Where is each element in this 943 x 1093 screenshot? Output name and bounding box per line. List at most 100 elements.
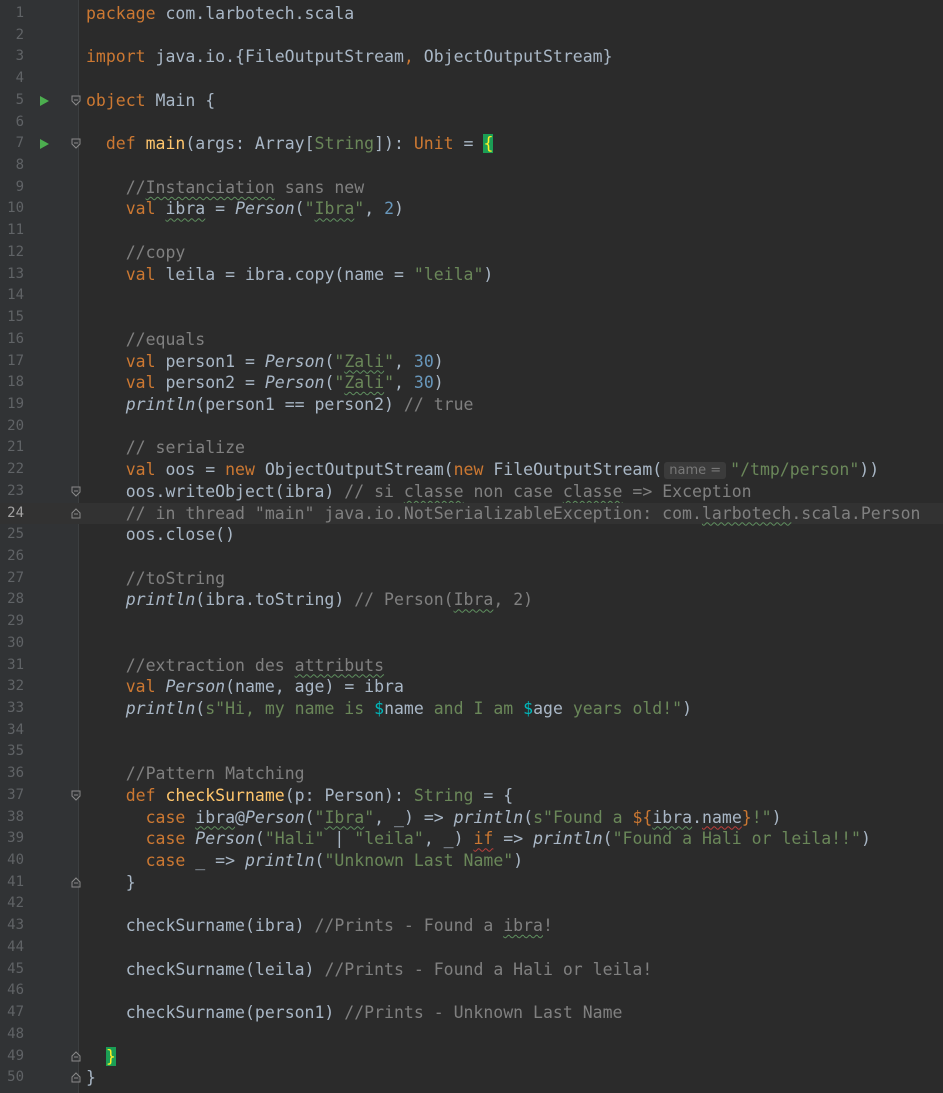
code-line-9[interactable]: 9 //Instanciation sans new: [0, 177, 943, 199]
code-line-45[interactable]: 45 checkSurname(leila) //Prints - Found …: [0, 959, 943, 981]
code-text[interactable]: oos.writeObject(ibra) // si classe non c…: [86, 481, 752, 503]
code-line-20[interactable]: 20: [0, 416, 943, 438]
code-text[interactable]: val ibra = Person("Ibra", 2): [86, 198, 404, 220]
fold-close-icon[interactable]: [71, 1050, 81, 1062]
code-line-5[interactable]: 5 object Main {: [0, 90, 943, 112]
fold-open-icon[interactable]: [71, 790, 81, 801]
code-text[interactable]: checkSurname(leila) //Prints - Found a H…: [86, 959, 653, 981]
code-line-19[interactable]: 19 println(person1 == person2) // true: [0, 394, 943, 416]
code-text[interactable]: }: [86, 1067, 96, 1089]
code-line-30[interactable]: 30: [0, 633, 943, 655]
fold-close-icon[interactable]: [71, 1072, 81, 1083]
code-line-7[interactable]: 7 def main(args: Array[String]): Unit = …: [0, 133, 943, 155]
code-text[interactable]: package com.larbotech.scala: [86, 3, 354, 25]
code-line-24-current[interactable]: 24 // in thread "main" java.io.NotSerial…: [0, 502, 943, 525]
run-icon[interactable]: [40, 95, 49, 106]
code-line-26[interactable]: 26: [0, 546, 943, 568]
code-line-39[interactable]: 39 case Person("Hali" | "leila", _) if =…: [0, 828, 943, 850]
code-line-8[interactable]: 8: [0, 155, 943, 177]
code-line-18[interactable]: 18 val person2 = Person("Zali", 30): [0, 372, 943, 394]
code-line-10[interactable]: 10 val ibra = Person("Ibra", 2): [0, 198, 943, 220]
code-line-50[interactable]: 50 }: [0, 1067, 943, 1089]
run-icon[interactable]: [40, 139, 49, 150]
code-text[interactable]: def checkSurname(p: Person): String = {: [86, 785, 513, 807]
code-line-29[interactable]: 29: [0, 611, 943, 633]
variable-token: name: [384, 699, 424, 718]
code-line-27[interactable]: 27 //toString: [0, 568, 943, 590]
code-line-36[interactable]: 36 //Pattern Matching: [0, 763, 943, 785]
code-text[interactable]: println(ibra.toString) // Person(Ibra, 2…: [86, 589, 533, 611]
code-line-33[interactable]: 33 println(s"Hi, my name is $name and I …: [0, 698, 943, 720]
keyword-token: case: [145, 807, 186, 827]
code-line-11[interactable]: 11: [0, 220, 943, 242]
code-text[interactable]: // in thread "main" java.io.NotSerializa…: [86, 503, 921, 525]
code-text[interactable]: case ibra@Person("Ibra", _) => println(s…: [86, 807, 782, 829]
code-text[interactable]: //copy: [86, 242, 186, 264]
code-text[interactable]: println(s"Hi, my name is $name and I am …: [86, 698, 692, 720]
code-text[interactable]: val Person(name, age) = ibra: [86, 676, 404, 698]
comment-token: //toString: [125, 568, 226, 588]
typo-token: Instanciation: [145, 177, 275, 197]
code-line-35[interactable]: 35: [0, 741, 943, 763]
fold-open-icon[interactable]: [71, 138, 81, 150]
fold-open-icon[interactable]: [71, 486, 81, 497]
code-text[interactable]: checkSurname(person1) //Prints - Unknown…: [86, 1002, 623, 1024]
code-line-31[interactable]: 31 //extraction des attributs: [0, 655, 943, 677]
code-line-2[interactable]: 2: [0, 25, 943, 47]
code-line-23[interactable]: 23 oos.writeObject(ibra) // si classe no…: [0, 481, 943, 503]
code-line-3[interactable]: 3 import java.io.{FileOutputStream, Obje…: [0, 46, 943, 68]
code-line-6[interactable]: 6: [0, 112, 943, 134]
code-text[interactable]: println(person1 == person2) // true: [86, 394, 474, 416]
code-line-37[interactable]: 37 def checkSurname(p: Person): String =…: [0, 785, 943, 807]
code-line-41[interactable]: 41 }: [0, 872, 943, 894]
code-text[interactable]: //equals: [86, 329, 205, 351]
code-line-32[interactable]: 32 val Person(name, age) = ibra: [0, 676, 943, 698]
code-text[interactable]: case Person("Hali" | "leila", _) if => p…: [86, 828, 871, 850]
code-line-4[interactable]: 4: [0, 68, 943, 90]
code-text[interactable]: val person2 = Person("Zali", 30): [86, 372, 444, 394]
code-text[interactable]: checkSurname(ibra) //Prints - Found a ib…: [86, 915, 553, 937]
code-line-28[interactable]: 28 println(ibra.toString) // Person(Ibra…: [0, 589, 943, 611]
code-line-44[interactable]: 44: [0, 937, 943, 959]
code-text[interactable]: //toString: [86, 568, 225, 590]
code-text[interactable]: }: [86, 872, 136, 894]
code-line-21[interactable]: 21 // serialize: [0, 437, 943, 459]
code-text[interactable]: val leila = ibra.copy(name = "leila"): [86, 264, 494, 286]
code-line-46[interactable]: 46: [0, 980, 943, 1002]
fold-close-icon[interactable]: [71, 877, 81, 888]
code-text[interactable]: case _ => println("Unknown Last Name"): [86, 850, 524, 872]
code-line-47[interactable]: 47 checkSurname(person1) //Prints - Unkn…: [0, 1002, 943, 1024]
code-line-13[interactable]: 13 val leila = ibra.copy(name = "leila"): [0, 264, 943, 286]
code-line-25[interactable]: 25 oos.close(): [0, 524, 943, 546]
code-line-48[interactable]: 48: [0, 1024, 943, 1046]
fold-open-icon[interactable]: [71, 95, 81, 106]
code-line-1[interactable]: 1 package com.larbotech.scala: [0, 3, 943, 25]
code-text[interactable]: //extraction des attributs: [86, 655, 384, 677]
code-text[interactable]: val oos = new ObjectOutputStream(new Fil…: [86, 459, 879, 481]
code-text[interactable]: def main(args: Array[String]): Unit = {: [86, 133, 494, 155]
code-editor[interactable]: 1 package com.larbotech.scala 2 3 import…: [0, 0, 943, 1093]
code-lines[interactable]: 1 package com.larbotech.scala 2 3 import…: [0, 3, 943, 1089]
code-line-49[interactable]: 49 }: [0, 1046, 943, 1068]
code-token: =: [205, 199, 236, 219]
code-text[interactable]: val person1 = Person("Zali", 30): [86, 351, 444, 373]
code-line-42[interactable]: 42: [0, 893, 943, 915]
code-text[interactable]: }: [86, 1046, 116, 1068]
code-text[interactable]: import java.io.{FileOutputStream, Object…: [86, 46, 613, 68]
code-line-12[interactable]: 12 //copy: [0, 242, 943, 264]
code-line-22[interactable]: 22 val oos = new ObjectOutputStream(new …: [0, 459, 943, 481]
fold-close-icon[interactable]: [71, 507, 81, 519]
code-text[interactable]: object Main {: [86, 90, 215, 112]
code-text[interactable]: //Pattern Matching: [86, 763, 305, 785]
code-text[interactable]: // serialize: [86, 437, 245, 459]
code-line-34[interactable]: 34: [0, 720, 943, 742]
code-text[interactable]: //Instanciation sans new: [86, 177, 364, 199]
code-line-40[interactable]: 40 case _ => println("Unknown Last Name"…: [0, 850, 943, 872]
code-line-43[interactable]: 43 checkSurname(ibra) //Prints - Found a…: [0, 915, 943, 937]
code-line-14[interactable]: 14: [0, 285, 943, 307]
code-line-15[interactable]: 15: [0, 307, 943, 329]
code-line-16[interactable]: 16 //equals: [0, 329, 943, 351]
code-line-38[interactable]: 38 case ibra@Person("Ibra", _) => printl…: [0, 807, 943, 829]
code-text[interactable]: oos.close(): [86, 524, 235, 546]
code-line-17[interactable]: 17 val person1 = Person("Zali", 30): [0, 351, 943, 373]
